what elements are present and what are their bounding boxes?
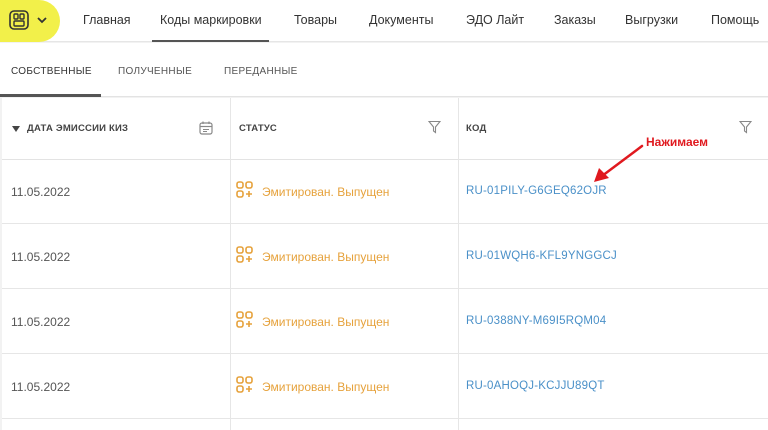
annotation-label: Нажимаем <box>646 135 709 149</box>
code-status-icon <box>236 311 253 328</box>
filter-icon[interactable] <box>428 120 441 134</box>
code-link[interactable]: RU-01WQH6-KFL9YNGGCJ <box>466 250 617 262</box>
app-logo-icon <box>9 10 29 30</box>
nav-item-exports[interactable]: Выгрузки <box>625 0 678 42</box>
nav-item-home[interactable]: Главная <box>83 0 131 42</box>
column-header-status[interactable]: СТАТУС <box>230 98 458 160</box>
filter-icon[interactable] <box>739 120 752 134</box>
emission-date: 11.05.2022 <box>11 185 71 199</box>
code-link[interactable]: RU-0AHOQJ-KCJJU89QT <box>466 380 605 392</box>
status-text: Эмитирован. Выпущен <box>262 185 390 199</box>
tab-own[interactable]: СОБСТВЕННЫЕ <box>0 43 101 97</box>
emission-date: 11.05.2022 <box>11 380 71 394</box>
nav-item-marking-codes[interactable]: Коды маркировки <box>152 0 269 42</box>
code-status-icon <box>236 181 253 198</box>
tab-received[interactable]: ПОЛУЧЕННЫЕ <box>118 43 192 97</box>
code-link[interactable]: RU-0388NY-M69I5RQM04 <box>466 315 606 327</box>
status-text: Эмитирован. Выпущен <box>262 250 390 264</box>
table-row[interactable]: 11.05.2022 Эмитирован. Выпущен RU-0AHOQJ… <box>2 355 768 419</box>
table-row[interactable]: 11.05.2022 Эмитирован. Выпущен RU-0388NY… <box>2 290 768 354</box>
status-text: Эмитирован. Выпущен <box>262 315 390 329</box>
sort-desc-icon[interactable] <box>12 125 20 133</box>
emission-date: 11.05.2022 <box>11 315 71 329</box>
table-row[interactable]: 11.05.2022 Эмитирован. Выпущен RU-01WQH6… <box>2 225 768 289</box>
nav-item-orders[interactable]: Заказы <box>554 0 596 42</box>
column-title-date: ДАТА ЭМИССИИ КИЗ <box>27 123 129 134</box>
tab-transferred[interactable]: ПЕРЕДАННЫЕ <box>224 43 298 97</box>
emission-date: 11.05.2022 <box>11 250 71 264</box>
column-divider <box>230 98 231 430</box>
code-tabs: СОБСТВЕННЫЕ ПОЛУЧЕННЫЕ ПЕРЕДАННЫЕ <box>0 43 768 97</box>
column-header-date[interactable]: ДАТА ЭМИССИИ КИЗ <box>2 98 230 160</box>
column-divider <box>458 98 459 430</box>
table-row[interactable]: 11.05.2022 Эмитирован. Выпущен RU-01PILY… <box>2 160 768 224</box>
chevron-down-icon <box>37 17 47 24</box>
calendar-icon[interactable] <box>198 120 214 136</box>
status-text: Эмитирован. Выпущен <box>262 380 390 394</box>
annotation-arrow-icon <box>594 144 644 182</box>
code-status-icon <box>236 376 253 393</box>
app-menu-button[interactable] <box>0 0 60 42</box>
nav-item-edo-lite[interactable]: ЭДО Лайт <box>466 0 524 42</box>
column-title-status: СТАТУС <box>239 123 277 134</box>
code-status-icon <box>236 246 253 263</box>
column-title-code: КОД <box>466 123 487 134</box>
nav-item-help[interactable]: Помощь <box>711 0 759 42</box>
nav-item-documents[interactable]: Документы <box>369 0 433 42</box>
nav-item-goods[interactable]: Товары <box>294 0 337 42</box>
top-navigation: Главная Коды маркировки Товары Документы… <box>0 0 768 42</box>
